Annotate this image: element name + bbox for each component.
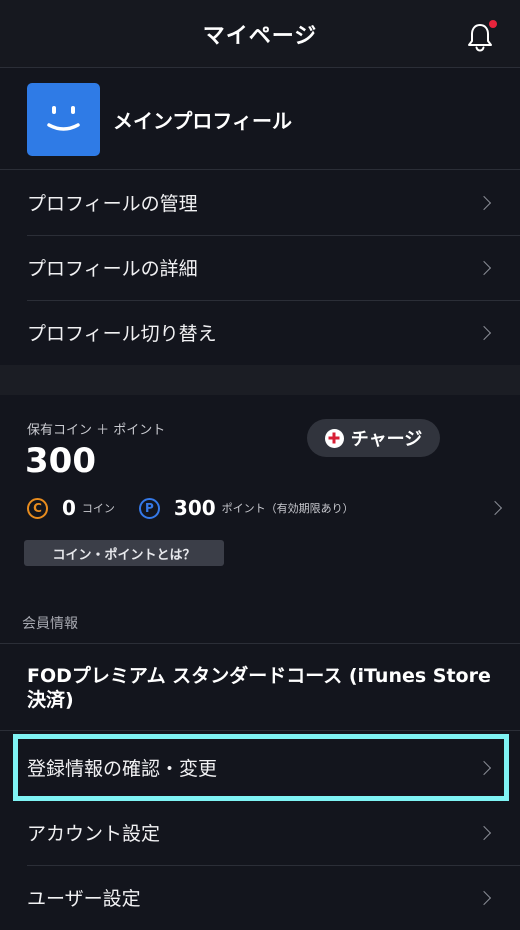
- menu-item-label: ユーザー設定: [27, 888, 141, 910]
- page-title: マイページ: [202, 23, 318, 49]
- account-settings-item[interactable]: アカウント設定: [0, 800, 520, 865]
- chevron-right-icon: [476, 825, 492, 840]
- profile-switch-item[interactable]: プロフィール切り替え: [0, 300, 520, 365]
- charge-label: チャージ: [350, 429, 423, 450]
- section-label: 会員情報: [22, 616, 78, 632]
- plus-circle-icon: [324, 428, 344, 448]
- point-icon: P: [138, 497, 160, 519]
- coin-point-panel[interactable]: 保有コイン ＋ ポイント 300 チャージ C 0 コイン P 300 ポイント…: [0, 395, 520, 585]
- menu-item-label: プロフィールの管理: [27, 193, 198, 215]
- coin-icon: C: [27, 497, 48, 519]
- chevron-right-icon: [476, 890, 492, 905]
- profile-name: メインプロフィール: [113, 108, 292, 133]
- profile-header[interactable]: メインプロフィール: [0, 69, 520, 170]
- charge-button[interactable]: チャージ: [307, 419, 440, 457]
- divider: [0, 643, 520, 644]
- menu-item-label: プロフィールの詳細: [27, 258, 198, 280]
- chevron-right-icon: [476, 195, 492, 210]
- chevron-right-icon: [476, 260, 492, 275]
- bell-icon[interactable]: [466, 20, 497, 52]
- menu-item-label: プロフィール切り替え: [27, 323, 217, 345]
- point-value: 300: [173, 496, 216, 520]
- header: マイページ: [0, 0, 520, 68]
- menu-item-label: アカウント設定: [27, 823, 161, 845]
- point-unit: ポイント（有効期限あり）: [221, 502, 354, 515]
- profile-manage-item[interactable]: プロフィールの管理: [0, 170, 520, 235]
- smiley-face-icon: [47, 105, 80, 131]
- coin-caption: 保有コイン ＋ ポイント: [27, 423, 166, 438]
- highlight-box: [13, 734, 509, 801]
- coin-value: 0: [62, 496, 76, 520]
- section-separator: [0, 365, 520, 395]
- plan-info: FODプレミアム スタンダードコース (iTunes Store決済): [27, 665, 491, 711]
- coin-total: 300: [25, 441, 96, 481]
- my-page: マイページ メインプロフィール プロフィールの管理 プロフィールの詳細 プロフィ…: [0, 0, 520, 930]
- coin-point-about-button[interactable]: コイン・ポイントとは？: [24, 540, 224, 566]
- balance-row: C 0 コイン P 300 ポイント（有効期限あり）: [27, 495, 507, 521]
- user-settings-item[interactable]: ユーザー設定: [0, 865, 520, 930]
- chevron-right-icon: [476, 325, 492, 340]
- divider: [0, 730, 520, 731]
- profile-detail-item[interactable]: プロフィールの詳細: [0, 235, 520, 300]
- coin-unit: コイン: [81, 502, 115, 515]
- notification-dot: [489, 20, 497, 28]
- avatar: [27, 82, 100, 156]
